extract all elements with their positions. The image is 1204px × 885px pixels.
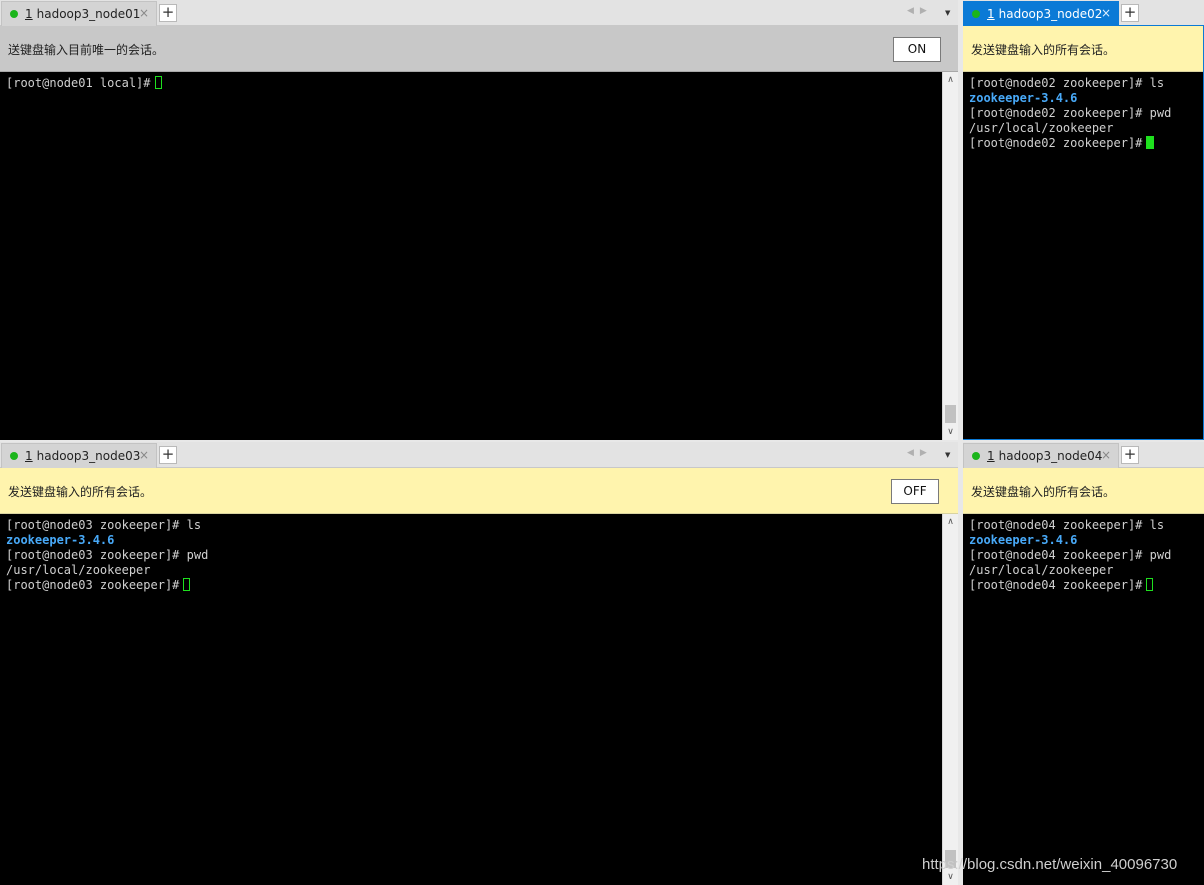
connected-status-icon bbox=[10, 10, 18, 18]
close-tab-icon[interactable]: × bbox=[139, 448, 149, 462]
add-tab-button[interactable]: + bbox=[1121, 4, 1139, 22]
terminal-line: [root@node01 local]# bbox=[6, 76, 942, 91]
tab-bar: 1 hadoop3_node04 × + bbox=[963, 442, 1204, 468]
terminal-line: [root@node03 zookeeper]# bbox=[6, 578, 942, 593]
terminal-line: [root@node02 zookeeper]# ls bbox=[969, 76, 1165, 90]
vertical-splitter[interactable] bbox=[958, 0, 963, 885]
scroll-up-icon[interactable]: ∧ bbox=[943, 72, 958, 88]
close-tab-icon[interactable]: × bbox=[1101, 6, 1111, 20]
terminal-line: zookeeper-3.4.6 bbox=[969, 91, 1078, 105]
terminal-line: zookeeper-3.4.6 bbox=[969, 533, 1078, 547]
terminal-line: [root@node03 zookeeper]# pwd bbox=[6, 548, 209, 562]
compose-bar: 送键盘输入目前唯一的会话。 ON bbox=[0, 26, 958, 72]
scroll-down-icon[interactable]: ∨ bbox=[943, 424, 958, 440]
connected-status-icon bbox=[10, 452, 18, 460]
cursor-icon bbox=[1146, 578, 1154, 591]
terminal-line: [root@node04 zookeeper]# pwd bbox=[969, 548, 1172, 562]
tab-bar: 1 hadoop3_node02 × + bbox=[963, 0, 1204, 26]
scrollbar-thumb[interactable] bbox=[945, 405, 956, 423]
connected-status-icon bbox=[972, 452, 980, 460]
terminal-line: [root@node03 zookeeper]# ls bbox=[6, 518, 202, 532]
terminal-line: /usr/local/zookeeper bbox=[969, 121, 1114, 135]
session-pane-node01[interactable]: 1 hadoop3_node01 × + ◀▶ ▼ 送键盘输入目前唯一的会话。 … bbox=[0, 0, 958, 440]
session-pane-node02[interactable]: 1 hadoop3_node02 × + 发送键盘输入的所有会话。 [root@… bbox=[963, 0, 1204, 440]
close-tab-icon[interactable]: × bbox=[139, 6, 149, 20]
terminal-line: [root@node04 zookeeper]# bbox=[969, 578, 1204, 593]
terminal-line: /usr/local/zookeeper bbox=[6, 563, 151, 577]
watermark-text: https://blog.csdn.net/weixin_40096730 bbox=[922, 856, 1178, 873]
tab-bar: 1 hadoop3_node01 × + ◀▶ ▼ bbox=[0, 0, 958, 26]
connected-status-icon bbox=[972, 10, 980, 18]
tab-list-dropdown-icon[interactable]: ▼ bbox=[945, 9, 950, 17]
scroll-up-icon[interactable]: ∧ bbox=[943, 514, 958, 530]
terminal-output[interactable]: [root@node03 zookeeper]# ls zookeeper-3.… bbox=[0, 514, 942, 885]
terminal-output[interactable]: [root@node04 zookeeper]# ls zookeeper-3.… bbox=[963, 514, 1204, 885]
terminal-line: /usr/local/zookeeper bbox=[969, 563, 1114, 577]
tab-bar: 1 hadoop3_node03 × + ◀▶ ▼ bbox=[0, 442, 958, 468]
terminal-line: zookeeper-3.4.6 bbox=[6, 533, 115, 547]
cursor-icon bbox=[154, 76, 162, 89]
compose-bar-text: 送键盘输入目前唯一的会话。 bbox=[8, 43, 165, 57]
session-pane-node04[interactable]: 1 hadoop3_node04 × + 发送键盘输入的所有会话。 [root@… bbox=[963, 442, 1204, 885]
tab-list-dropdown-icon[interactable]: ▼ bbox=[945, 451, 950, 459]
compose-bar: 发送键盘输入的所有会话。 OFF bbox=[0, 468, 958, 514]
add-tab-button[interactable]: + bbox=[1121, 446, 1139, 464]
vertical-scrollbar[interactable]: ∧ ∨ bbox=[942, 72, 958, 440]
send-toggle-off-button[interactable]: OFF bbox=[891, 479, 939, 504]
terminal-line: [root@node04 zookeeper]# ls bbox=[969, 518, 1165, 532]
compose-bar-text: 发送键盘输入的所有会话。 bbox=[971, 485, 1116, 499]
tab-scroll-arrows-icon[interactable]: ◀▶ bbox=[907, 6, 933, 16]
terminal-output[interactable]: [root@node02 zookeeper]# ls zookeeper-3.… bbox=[963, 72, 1204, 440]
cursor-icon bbox=[183, 578, 191, 591]
tab-scroll-arrows-icon[interactable]: ◀▶ bbox=[907, 448, 933, 458]
cursor-icon bbox=[1146, 136, 1155, 149]
tab-title: hadoop3_node01 bbox=[36, 7, 141, 21]
tab-number: 1 bbox=[987, 449, 995, 463]
close-tab-icon[interactable]: × bbox=[1101, 448, 1111, 462]
tab-hadoop3-node02[interactable]: 1 hadoop3_node02 × bbox=[963, 1, 1119, 26]
compose-bar: 发送键盘输入的所有会话。 bbox=[963, 468, 1204, 514]
send-toggle-on-button[interactable]: ON bbox=[893, 37, 941, 62]
session-pane-node03[interactable]: 1 hadoop3_node03 × + ◀▶ ▼ 发送键盘输入的所有会话。 O… bbox=[0, 442, 958, 885]
terminal-output[interactable]: [root@node01 local]# bbox=[0, 72, 942, 440]
compose-bar: 发送键盘输入的所有会话。 bbox=[963, 26, 1204, 72]
tab-title: hadoop3_node02 bbox=[998, 7, 1103, 21]
terminal-line: [root@node02 zookeeper]# pwd bbox=[969, 106, 1172, 120]
tab-title: hadoop3_node04 bbox=[998, 449, 1103, 463]
tab-title: hadoop3_node03 bbox=[36, 449, 141, 463]
compose-bar-text: 发送键盘输入的所有会话。 bbox=[971, 43, 1116, 57]
vertical-scrollbar[interactable]: ∧ ∨ bbox=[942, 514, 958, 885]
tab-hadoop3-node04[interactable]: 1 hadoop3_node04 × bbox=[963, 443, 1119, 468]
horizontal-splitter[interactable] bbox=[0, 440, 1204, 442]
tab-hadoop3-node03[interactable]: 1 hadoop3_node03 × bbox=[1, 443, 157, 468]
tab-hadoop3-node01[interactable]: 1 hadoop3_node01 × bbox=[1, 1, 157, 26]
tab-number: 1 bbox=[25, 7, 33, 21]
compose-bar-text: 发送键盘输入的所有会话。 bbox=[8, 485, 153, 499]
tab-number: 1 bbox=[987, 7, 995, 21]
tab-number: 1 bbox=[25, 449, 33, 463]
terminal-line: [root@node02 zookeeper]# bbox=[969, 136, 1204, 151]
add-tab-button[interactable]: + bbox=[159, 4, 177, 22]
add-tab-button[interactable]: + bbox=[159, 446, 177, 464]
